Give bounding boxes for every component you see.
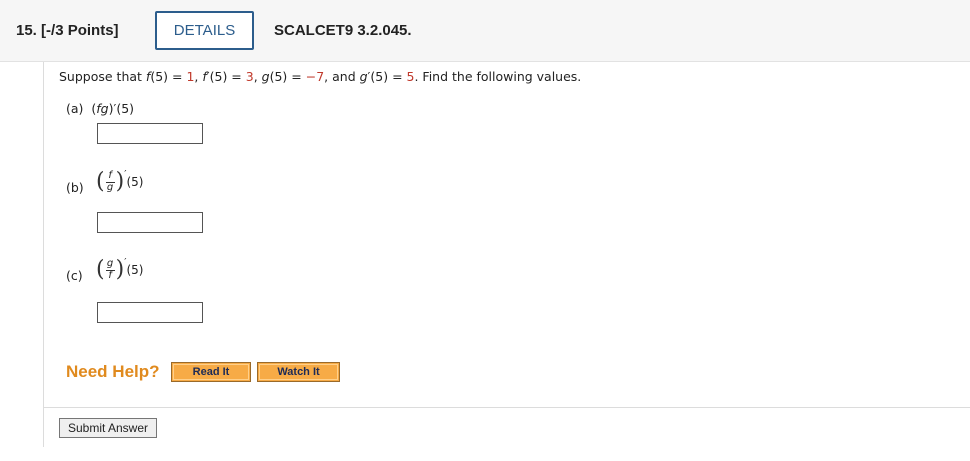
question-header: 15. [-/3 Points] DETAILS SCALCET9 3.2.04… [0, 0, 970, 62]
part-b-expression: ( f g ) ′ (5) [96, 168, 144, 194]
footer-left-border [43, 407, 44, 447]
question-number-points: 15. [-/3 Points] [16, 22, 119, 39]
part-c-expression: ( g f ) ′ (5) [96, 256, 144, 282]
question-number: 15. [16, 22, 37, 39]
part-b-label: (b) [66, 180, 84, 195]
problem-code: SCALCET9 3.2.045. [274, 22, 412, 39]
question-content [43, 62, 970, 407]
given-g5-value: −7 [305, 69, 325, 84]
question-prompt: Suppose that f(5) = 1, f′(5) = 3, g(5) =… [59, 69, 582, 84]
need-help-label: Need Help? [66, 362, 160, 381]
part-a-label: (a) (fg)′(5) [66, 101, 135, 116]
watch-it-button[interactable]: Watch It [257, 362, 340, 382]
question-points: [-/3 Points] [41, 22, 119, 39]
part-b-answer-input[interactable] [97, 212, 203, 233]
part-c-fraction: g f [105, 258, 115, 281]
submit-answer-button[interactable]: Submit Answer [59, 418, 157, 438]
read-it-button[interactable]: Read It [171, 362, 251, 382]
part-b-fraction: f g [105, 170, 115, 193]
part-a-answer-input[interactable] [97, 123, 203, 144]
details-button[interactable]: DETAILS [155, 11, 254, 50]
given-fp5-value: 3 [245, 69, 254, 84]
divider [43, 407, 970, 408]
part-c-answer-input[interactable] [97, 302, 203, 323]
part-c-label: (c) [66, 268, 83, 283]
